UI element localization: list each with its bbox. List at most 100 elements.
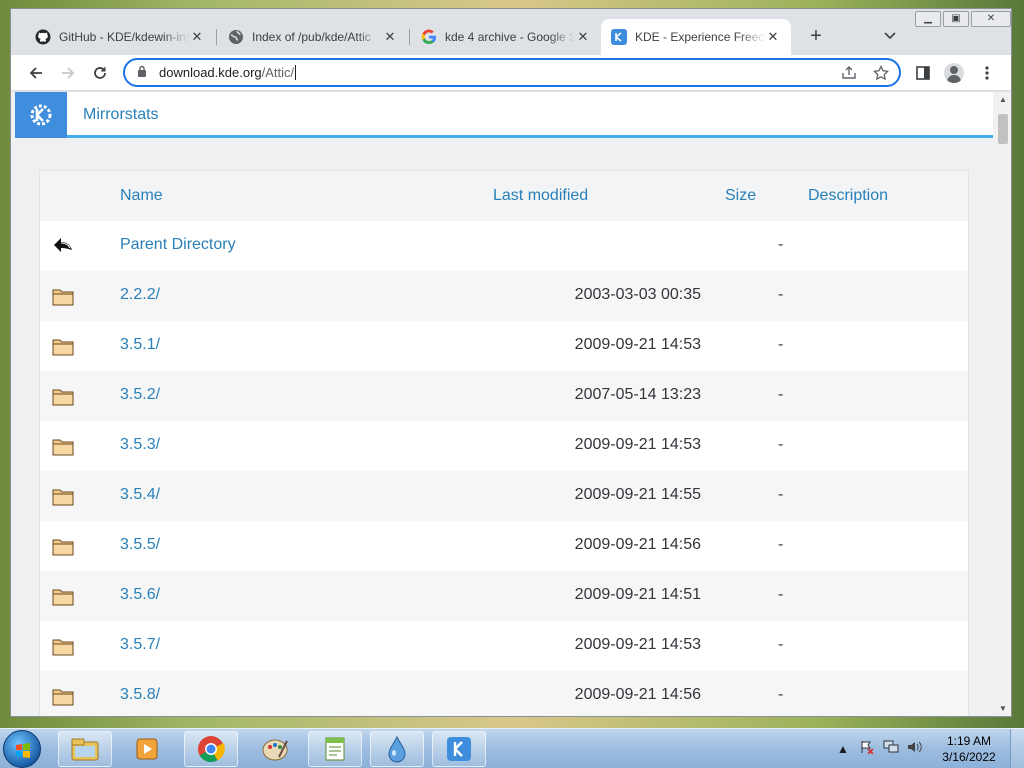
- kde-icon: [447, 737, 471, 761]
- taskbar-kde[interactable]: [432, 731, 486, 767]
- last-modified-cell: 2003-03-03 00:35: [574, 286, 701, 303]
- taskbar-notepad[interactable]: [308, 731, 362, 767]
- directory-listing: Name Last modified Size Description Pare…: [39, 170, 969, 716]
- mirrorstats-link[interactable]: Mirrorstats: [83, 106, 159, 124]
- directory-row: 3.5.1/ 2009-09-21 14:53 -: [40, 321, 968, 371]
- restore-button[interactable]: ▣: [943, 11, 969, 27]
- directory-link[interactable]: 3.5.6/: [120, 586, 160, 604]
- taskbar-paint[interactable]: [248, 731, 302, 767]
- taskbar-chrome[interactable]: [184, 731, 238, 767]
- minimize-button[interactable]: ▁: [915, 11, 941, 27]
- notepad-icon: [325, 737, 345, 761]
- close-tab-icon[interactable]: ✕: [575, 29, 591, 45]
- tab-google-search[interactable]: kde 4 archive - Google Search ✕: [411, 19, 601, 55]
- parent-directory-row: Parent Directory -: [40, 221, 968, 271]
- size-cell: -: [778, 236, 784, 253]
- close-tab-icon[interactable]: ✕: [189, 29, 205, 45]
- directory-link[interactable]: 3.5.8/: [120, 686, 160, 704]
- page-scrollbar[interactable]: ▲ ▼: [994, 92, 1011, 716]
- directory-link[interactable]: 3.5.5/: [120, 536, 160, 554]
- taskbar-clock[interactable]: 1:19 AM 3/16/2022: [934, 733, 1004, 765]
- column-header-description[interactable]: Description: [808, 187, 888, 205]
- tab-title: GitHub - KDE/kdewin-installer: [59, 30, 189, 44]
- directory-link[interactable]: 3.5.4/: [120, 486, 160, 504]
- scroll-down-icon[interactable]: ▼: [994, 701, 1011, 716]
- kde-logo[interactable]: [15, 92, 67, 138]
- tab-kde-active[interactable]: KDE - Experience Freedom! ✕: [601, 19, 791, 55]
- last-modified-cell: 2009-09-21 14:56: [574, 686, 701, 703]
- globe-icon: [228, 29, 244, 45]
- directory-link[interactable]: 3.5.3/: [120, 436, 160, 454]
- tab-title: kde 4 archive - Google Search: [445, 30, 575, 44]
- column-header-size[interactable]: Size: [725, 187, 756, 205]
- tab-separator: [216, 29, 217, 45]
- directory-row: 3.5.2/ 2007-05-14 13:23 -: [40, 371, 968, 421]
- directory-row: 3.5.4/ 2009-09-21 14:55 -: [40, 471, 968, 521]
- folder-icon: [52, 586, 74, 606]
- profile-avatar[interactable]: [944, 63, 964, 83]
- forward-button[interactable]: [56, 61, 80, 85]
- paint-icon: [262, 739, 288, 761]
- taskbar-explorer[interactable]: [58, 731, 112, 767]
- github-icon: [35, 29, 51, 45]
- show-hidden-icons-icon[interactable]: ▲: [834, 740, 852, 758]
- kde-icon: [611, 29, 627, 45]
- column-header-last-modified[interactable]: Last modified: [493, 187, 588, 205]
- browser-menu-icon[interactable]: [975, 61, 999, 85]
- folder-icon: [52, 686, 74, 706]
- back-button[interactable]: [24, 61, 48, 85]
- scroll-up-icon[interactable]: ▲: [994, 92, 1011, 108]
- address-bar[interactable]: download.kde.org/Attic/: [123, 58, 901, 87]
- show-desktop-button[interactable]: [1010, 729, 1024, 768]
- folder-icon: [52, 436, 74, 456]
- google-icon: [421, 29, 437, 45]
- close-tab-icon[interactable]: ✕: [382, 29, 398, 45]
- tab-attic-index[interactable]: Index of /pub/kde/Attic ✕: [218, 19, 408, 55]
- directory-row: 3.5.6/ 2009-09-21 14:51 -: [40, 571, 968, 621]
- directory-row: 3.5.5/ 2009-09-21 14:56 -: [40, 521, 968, 571]
- size-cell: -: [778, 336, 784, 353]
- system-tray: ▲ 1:19 AM 3/16/2022: [828, 729, 1024, 768]
- close-window-button[interactable]: ✕: [971, 11, 1011, 27]
- avatar-head: [950, 66, 958, 74]
- action-center-flag-icon[interactable]: [858, 740, 876, 758]
- media-player-icon: [136, 738, 158, 760]
- network-icon[interactable]: [882, 740, 900, 758]
- browser-toolbar: download.kde.org/Attic/: [11, 55, 1011, 91]
- scroll-thumb[interactable]: [998, 114, 1008, 144]
- page-viewport: Mirrorstats Name Last modified Size Desc…: [11, 92, 994, 716]
- start-button[interactable]: [3, 730, 41, 768]
- side-panel-icon[interactable]: [911, 61, 935, 85]
- taskbar-media-player[interactable]: [120, 731, 174, 767]
- folder-icon: [52, 286, 74, 306]
- column-header-name[interactable]: Name: [120, 187, 163, 205]
- browser-window: GitHub - KDE/kdewin-installer ✕ Index of…: [10, 8, 1012, 717]
- directory-link[interactable]: 3.5.1/: [120, 336, 160, 354]
- text-caret: [295, 65, 297, 80]
- directory-link[interactable]: 3.5.7/: [120, 636, 160, 654]
- tab-strip: GitHub - KDE/kdewin-installer ✕ Index of…: [11, 9, 1011, 55]
- tab-github[interactable]: GitHub - KDE/kdewin-installer ✕: [25, 19, 215, 55]
- directory-link[interactable]: 2.2.2/: [120, 286, 160, 304]
- tab-title: Index of /pub/kde/Attic: [252, 30, 371, 44]
- taskbar-drop[interactable]: [370, 731, 424, 767]
- chrome-icon: [198, 736, 225, 763]
- last-modified-cell: 2007-05-14 13:23: [574, 386, 701, 403]
- size-cell: -: [778, 486, 784, 503]
- close-tab-icon[interactable]: ✕: [765, 29, 781, 45]
- url-path: /Attic/: [261, 65, 295, 80]
- share-icon[interactable]: [841, 65, 857, 84]
- last-modified-cell: 2009-09-21 14:51: [574, 586, 701, 603]
- parent-directory-link[interactable]: Parent Directory: [120, 236, 236, 254]
- volume-icon[interactable]: [906, 740, 924, 758]
- new-tab-button[interactable]: +: [806, 26, 826, 46]
- drop-icon: [388, 735, 406, 763]
- table-header-row: Name Last modified Size Description: [40, 171, 968, 221]
- bookmark-star-icon[interactable]: [872, 64, 890, 84]
- directory-link[interactable]: 3.5.2/: [120, 386, 160, 404]
- reload-button[interactable]: [88, 61, 112, 85]
- tab-search-button[interactable]: [884, 29, 896, 43]
- lock-icon[interactable]: [137, 65, 151, 80]
- folder-icon: [52, 336, 74, 356]
- last-modified-cell: 2009-09-21 14:53: [574, 636, 701, 653]
